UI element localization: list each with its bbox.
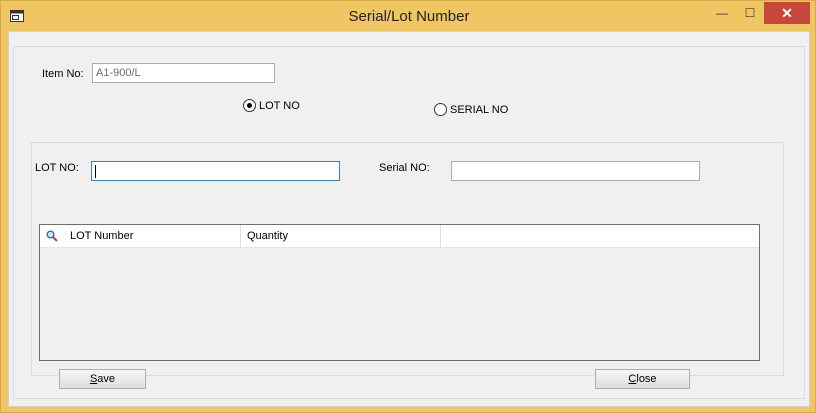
entry-group-panel: LOT NO: Serial NO: LOT Number Quantity bbox=[31, 142, 784, 376]
lot-number-grid[interactable]: LOT Number Quantity bbox=[39, 224, 760, 361]
dialog-client-area: Item No: A1-900/L LOT NO SERIAL NO LOT N… bbox=[8, 31, 810, 407]
column-header-lot-number[interactable]: LOT Number bbox=[64, 225, 241, 247]
serial-no-input[interactable] bbox=[451, 161, 700, 181]
text-caret bbox=[95, 165, 96, 178]
maximize-icon: ☐ bbox=[744, 6, 756, 20]
serial-no-radio-dot bbox=[434, 103, 447, 116]
main-group-panel: Item No: A1-900/L LOT NO SERIAL NO LOT N… bbox=[13, 46, 805, 399]
close-window-button[interactable]: ✕ bbox=[764, 2, 810, 24]
column-header-quantity[interactable]: Quantity bbox=[241, 225, 441, 247]
minimize-icon: — bbox=[716, 6, 728, 20]
minimize-button[interactable]: — bbox=[708, 2, 736, 24]
serial-no-label: Serial NO: bbox=[379, 162, 430, 174]
save-button[interactable]: Save bbox=[59, 369, 146, 389]
title-bar[interactable]: Serial/Lot Number — ☐ ✕ bbox=[1, 1, 816, 31]
grid-header-row: LOT Number Quantity bbox=[40, 225, 759, 248]
lot-no-radio-label: LOT NO bbox=[259, 99, 300, 112]
window-title: Serial/Lot Number bbox=[348, 8, 470, 25]
lot-no-radio[interactable]: LOT NO bbox=[243, 99, 300, 112]
lot-no-radio-dot bbox=[243, 99, 256, 112]
serial-no-radio-label: SERIAL NO bbox=[450, 103, 509, 116]
serial-lot-window: Serial/Lot Number — ☐ ✕ Item No: A1-900/… bbox=[0, 0, 816, 413]
close-icon: ✕ bbox=[781, 4, 793, 21]
save-label-rest: ave bbox=[97, 373, 116, 385]
close-button[interactable]: Close bbox=[595, 369, 690, 389]
serial-no-radio[interactable]: SERIAL NO bbox=[434, 103, 508, 116]
item-no-label: Item No: bbox=[42, 68, 84, 80]
item-no-field: A1-900/L bbox=[92, 63, 275, 83]
lot-no-label: LOT NO: bbox=[35, 162, 79, 174]
column-header-blank bbox=[441, 225, 759, 247]
close-label-rest: lose bbox=[636, 373, 657, 385]
maximize-button[interactable]: ☐ bbox=[736, 2, 764, 24]
lot-no-input[interactable] bbox=[91, 161, 340, 181]
search-icon[interactable] bbox=[46, 230, 58, 242]
